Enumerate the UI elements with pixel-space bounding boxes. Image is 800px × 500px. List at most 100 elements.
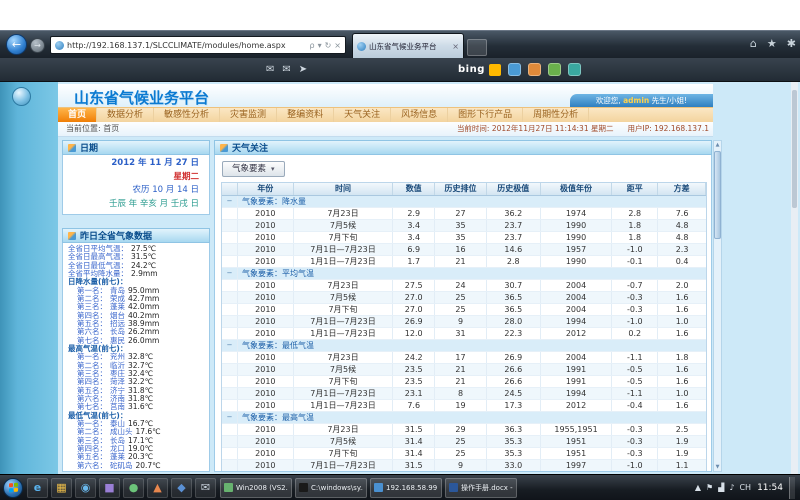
nav-item[interactable]: 图形下行产品: [448, 108, 523, 122]
table-cell: -0.1: [612, 256, 658, 267]
column-header[interactable]: 数值: [393, 183, 435, 195]
element-filter-button[interactable]: 气象要素 ▾: [222, 161, 285, 177]
welcome-username[interactable]: admin: [623, 96, 649, 105]
column-header[interactable]: 极值年份: [541, 183, 613, 195]
column-header[interactable]: 距平: [612, 183, 658, 195]
toolbar-app-blue-icon[interactable]: [508, 63, 521, 76]
favorites-icon[interactable]: ★: [767, 37, 777, 50]
taskbar-ie-icon[interactable]: e: [27, 478, 48, 498]
table-row[interactable]: 20107月1日—7月23日23.1824.51994-1.11.0: [222, 388, 706, 400]
station-name[interactable]: 砣矶岛: [110, 462, 133, 470]
tray-network-icon[interactable]: ▟: [718, 478, 724, 498]
table-row[interactable]: 20107月下旬31.42535.31951-0.31.9: [222, 448, 706, 460]
table-row[interactable]: 20107月23日31.52936.31955,1951-0.32.5: [222, 424, 706, 436]
taskbar-app-orange-icon[interactable]: ▲: [147, 478, 168, 498]
nav-item[interactable]: 灾害监测: [220, 108, 277, 122]
table-row[interactable]: 20107月1日—7月23日31.5933.01997-1.01.1: [222, 460, 706, 472]
collapse-icon[interactable]: −: [222, 412, 238, 423]
show-desktop-button[interactable]: [789, 477, 795, 499]
start-button[interactable]: [3, 478, 23, 498]
taskbar-window-button[interactable]: 操作手册.docx -...: [445, 478, 517, 498]
content-scrollbar-thumb[interactable]: [714, 151, 721, 239]
tools-icon[interactable]: ✱: [787, 37, 796, 50]
nav-item[interactable]: 首页: [58, 108, 97, 122]
collapse-icon[interactable]: −: [222, 268, 238, 279]
tray-action-center-icon[interactable]: ⚑: [706, 478, 713, 498]
taskbar-explorer-folder-icon[interactable]: ▦: [51, 478, 72, 498]
nav-item[interactable]: 风场信息: [391, 108, 448, 122]
browser-scrollbar-thumb[interactable]: [792, 90, 797, 208]
table-row[interactable]: 20101月1日—7月23日12.03122.320120.21.6: [222, 328, 706, 340]
table-row[interactable]: 20107月5候23.52126.61991-0.51.6: [222, 364, 706, 376]
table-row[interactable]: 20107月5候31.42535.31951-0.31.9: [222, 436, 706, 448]
table-group-row[interactable]: −气象要素：最高气温: [222, 412, 706, 424]
nav-item[interactable]: 数据分析: [97, 108, 154, 122]
tray-input-lang-icon[interactable]: CH: [739, 478, 751, 498]
table-row[interactable]: 20107月下旬23.52126.61991-0.51.6: [222, 376, 706, 388]
forward-button[interactable]: →: [30, 38, 45, 53]
table-row[interactable]: 20107月23日2.92736.219742.87.6: [222, 208, 706, 220]
tray-volume-icon[interactable]: ♪: [729, 478, 734, 498]
scroll-down-icon[interactable]: ▼: [714, 463, 721, 471]
content-scrollbar[interactable]: ▲ ▼: [713, 140, 722, 472]
nav-item[interactable]: 敏感性分析: [154, 108, 220, 122]
nav-item[interactable]: 整编资料: [277, 108, 334, 122]
url-text[interactable]: http://192.168.137.1/SLCCLIMATE/modules/…: [67, 41, 307, 50]
toolbar-send-icon[interactable]: ➤: [299, 64, 307, 75]
toolbar-mail-open-icon[interactable]: ✉: [282, 64, 290, 75]
nav-item[interactable]: 周期性分析: [523, 108, 589, 122]
taskbar-window-button[interactable]: Win2008 (VS2...: [220, 478, 292, 498]
taskbar-window-button[interactable]: 192.168.58.99...: [370, 478, 442, 498]
table-row[interactable]: 20107月下旬3.43523.719901.84.8: [222, 232, 706, 244]
home-icon[interactable]: ⌂: [750, 37, 757, 50]
nav-item[interactable]: 天气关注: [334, 108, 391, 122]
table-row[interactable]: 20107月1日—7月23日6.91614.61957-1.02.3: [222, 244, 706, 256]
table-cell: -0.7: [612, 280, 658, 291]
browser-tab[interactable]: 山东省气候业务平台 ×: [352, 33, 464, 59]
taskbar-clock[interactable]: 11:54: [757, 483, 783, 493]
table-row[interactable]: 20107月23日27.52430.72004-0.72.0: [222, 280, 706, 292]
column-header[interactable]: 方差: [658, 183, 706, 195]
autocomplete-dropdown-icon[interactable]: ▾: [318, 41, 322, 50]
column-header[interactable]: 历史极值: [487, 183, 541, 195]
column-header[interactable]: 时间: [294, 183, 394, 195]
table-row[interactable]: 20101月1日—7月23日7.61917.32012-0.41.6: [222, 400, 706, 412]
taskbar-app-purple-icon[interactable]: ■: [99, 478, 120, 498]
taskbar-app-green-icon[interactable]: ●: [123, 478, 144, 498]
taskbar-media-player-icon[interactable]: ◉: [75, 478, 96, 498]
toolbar-app-teal-icon[interactable]: [568, 63, 581, 76]
table-group-row[interactable]: −气象要素：平均气温: [222, 268, 706, 280]
scroll-up-icon[interactable]: ▲: [714, 141, 721, 149]
column-header[interactable]: 历史排位: [435, 183, 487, 195]
table-group-row[interactable]: −气象要素：最低气温: [222, 340, 706, 352]
table-cell: 31.4: [393, 448, 435, 459]
taskbar-mail-icon[interactable]: ✉: [195, 478, 216, 498]
column-header[interactable]: 年份: [238, 183, 294, 195]
table-row[interactable]: 20107月1日—7月23日26.9928.01994-1.01.0: [222, 316, 706, 328]
tray-hidden-icons-icon[interactable]: ▲: [695, 478, 701, 498]
table-row[interactable]: 20107月下旬27.02536.52004-0.31.6: [222, 304, 706, 316]
table-group-row[interactable]: −气象要素：降水量: [222, 196, 706, 208]
collapse-icon[interactable]: −: [222, 196, 238, 207]
stop-icon[interactable]: ×: [334, 41, 341, 50]
collapse-icon[interactable]: −: [222, 340, 238, 351]
table-row[interactable]: 20107月5候27.02536.52004-0.31.6: [222, 292, 706, 304]
toolbar-app-green-icon[interactable]: [548, 63, 561, 76]
table-row[interactable]: 20107月5候3.43523.719901.84.8: [222, 220, 706, 232]
floating-widget-button[interactable]: [12, 87, 31, 106]
table-row[interactable]: 20101月1日—7月23日1.7212.81990-0.10.4: [222, 256, 706, 268]
toolbar-mail-icon[interactable]: ✉: [266, 64, 274, 75]
taskbar-app-blue-icon[interactable]: ◆: [171, 478, 192, 498]
address-bar[interactable]: http://192.168.137.1/SLCCLIMATE/modules/…: [50, 36, 346, 54]
new-tab-button[interactable]: [467, 39, 487, 56]
back-button[interactable]: ←: [6, 34, 27, 55]
bing-logo[interactable]: bing: [458, 64, 501, 76]
browser-scrollbar[interactable]: [791, 82, 798, 474]
table-row[interactable]: 20107月23日24.21726.92004-1.11.8: [222, 352, 706, 364]
taskbar-window-button[interactable]: C:\windows\sy...: [295, 478, 367, 498]
tab-close-icon[interactable]: ×: [452, 42, 459, 51]
refresh-icon[interactable]: ↻: [325, 41, 332, 50]
search-icon[interactable]: ρ: [310, 41, 315, 50]
toolbar-app-orange-icon[interactable]: [528, 63, 541, 76]
breadcrumb[interactable]: 当前位置: 首页: [66, 122, 119, 136]
